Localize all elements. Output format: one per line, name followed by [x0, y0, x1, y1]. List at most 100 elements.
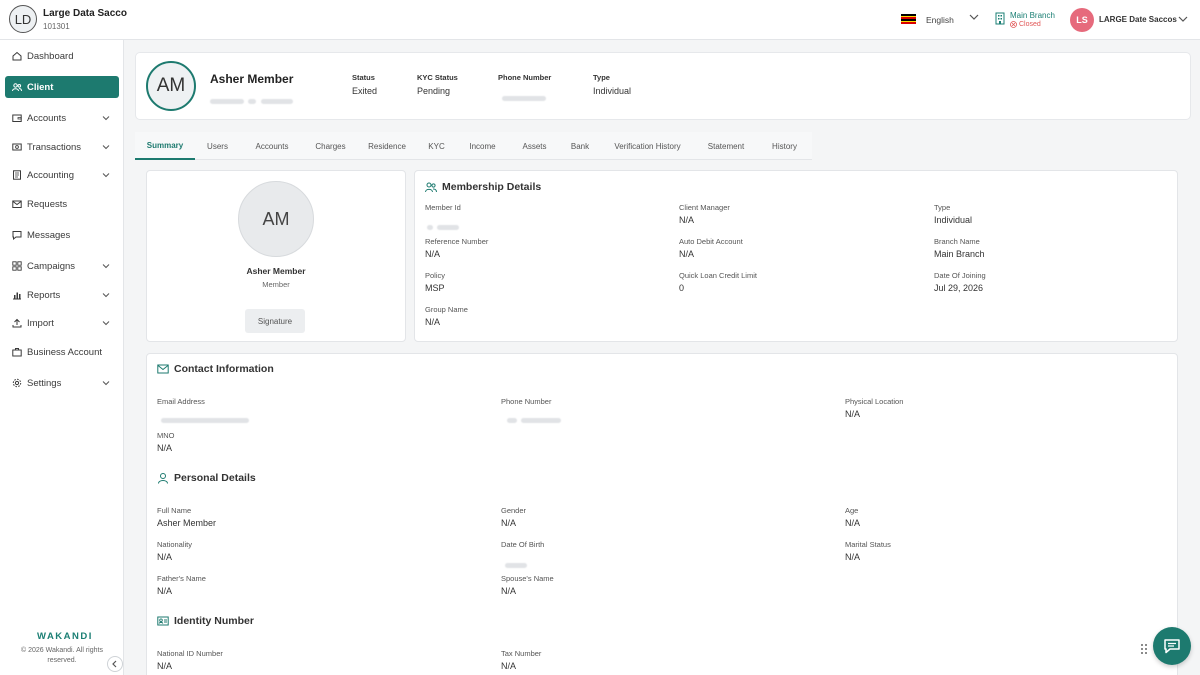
- sidebar-item-messages[interactable]: Messages: [5, 224, 119, 246]
- type-label: Type: [593, 73, 610, 82]
- contact-phone-redacted: [507, 410, 562, 428]
- member-id-redacted: [210, 91, 293, 109]
- sidebar: WAKANDI © 2026 Wakandi. All rights reser…: [0, 40, 124, 675]
- tab-accounts[interactable]: Accounts: [240, 132, 304, 160]
- client-name: Asher Member: [210, 72, 294, 86]
- brand-logo: WAKANDI: [37, 631, 93, 642]
- tab-residence[interactable]: Residence: [357, 132, 417, 160]
- branch-status: Closed: [1010, 21, 1041, 28]
- id-card-icon: [157, 616, 169, 626]
- reference-number-label: Reference Number: [425, 237, 489, 246]
- sidebar-item-settings[interactable]: Settings: [5, 372, 119, 394]
- auto-debit-label: Auto Debit Account: [679, 237, 743, 246]
- date-of-birth-redacted: [505, 555, 527, 573]
- user-name[interactable]: LARGE Date Saccos: [1099, 15, 1177, 24]
- age-label: Age: [845, 506, 859, 515]
- spouses-name-value: N/A: [501, 586, 517, 596]
- tab-users[interactable]: Users: [195, 132, 240, 160]
- identity-title-text: Identity Number: [174, 615, 254, 627]
- sidebar-item-requests[interactable]: Requests: [5, 193, 119, 215]
- chat-button[interactable]: [1153, 627, 1191, 665]
- profile-avatar: AM: [238, 181, 314, 257]
- marital-status-label: Marital Status: [845, 540, 891, 549]
- briefcase-icon: [12, 348, 22, 357]
- chevron-down-icon[interactable]: [968, 11, 980, 23]
- chevron-down-icon: [102, 321, 110, 326]
- profile-card: AM Asher Member Member Signature: [146, 170, 406, 342]
- sidebar-item-accounting[interactable]: Accounting: [5, 164, 119, 186]
- org-name: Large Data Sacco: [43, 8, 127, 19]
- fathers-name-label: Father's Name: [157, 574, 206, 583]
- sidebar-item-label: Accounts: [27, 112, 67, 124]
- profile-name: Asher Member: [246, 266, 306, 276]
- chat-icon: [12, 231, 22, 240]
- details-card: Contact Information Email Address Phone …: [146, 353, 1178, 675]
- sidebar-item-reports[interactable]: Reports: [5, 284, 119, 306]
- sidebar-item-label: Settings: [27, 377, 62, 389]
- tab-summary[interactable]: Summary: [135, 132, 195, 160]
- full-name-label: Full Name: [157, 506, 192, 515]
- sidebar-item-label: Client: [27, 81, 54, 93]
- mail-icon: [157, 364, 169, 374]
- sidebar-item-dashboard[interactable]: Dashboard: [5, 45, 119, 67]
- tab-kyc[interactable]: KYC: [417, 132, 456, 160]
- sidebar-item-label: Import: [27, 317, 54, 329]
- spouses-name-label: Spouse's Name: [501, 574, 554, 583]
- client-manager-value: N/A: [679, 215, 695, 225]
- group-name-value: N/A: [425, 317, 441, 327]
- sidebar-item-transactions[interactable]: Transactions: [5, 136, 119, 158]
- drag-handle-icon[interactable]: [1140, 643, 1148, 655]
- closed-icon: [1010, 21, 1017, 28]
- chat-icon: [1164, 639, 1180, 654]
- tab-assets[interactable]: Assets: [509, 132, 560, 160]
- mail-icon: [12, 200, 22, 208]
- client-header: AM Asher Member Status Exited KYC Status…: [135, 52, 1191, 120]
- quick-loan-value: 0: [679, 283, 685, 293]
- signature-button[interactable]: Signature: [245, 309, 305, 333]
- fathers-name-value: N/A: [157, 586, 173, 596]
- chevron-down-icon: [102, 145, 110, 150]
- sidebar-item-label: Accounting: [27, 169, 75, 181]
- sidebar-item-label: Reports: [27, 289, 61, 301]
- tab-charges[interactable]: Charges: [304, 132, 357, 160]
- chevron-down-icon[interactable]: [1177, 13, 1189, 25]
- chevron-down-icon: [102, 293, 110, 298]
- top-bar: LD Large Data Sacco 101301 English Main …: [0, 0, 1200, 40]
- date-of-joining-value: Jul 29, 2026: [934, 283, 984, 293]
- sidebar-item-client[interactable]: Client: [5, 76, 119, 98]
- user-avatar[interactable]: LS: [1070, 8, 1094, 32]
- identity-title: Identity Number: [157, 615, 254, 627]
- client-tabs: Summary Users Accounts Charges Residence KYC I…: [135, 132, 812, 160]
- personal-title-text: Personal Details: [174, 472, 256, 484]
- tab-bank[interactable]: Bank: [560, 132, 600, 160]
- tab-statement[interactable]: Statement: [695, 132, 757, 160]
- tab-history[interactable]: History: [757, 132, 812, 160]
- auto-debit-value: N/A: [679, 249, 695, 259]
- sidebar-item-accounts[interactable]: Accounts: [5, 107, 119, 129]
- kyc-status-label: KYC Status: [417, 73, 458, 82]
- language-selector[interactable]: English: [926, 15, 954, 25]
- status-value: Exited: [352, 86, 378, 96]
- status-label: Status: [352, 73, 375, 82]
- gender-label: Gender: [501, 506, 527, 515]
- building-icon: [995, 12, 1005, 25]
- tab-verification-history[interactable]: Verification History: [600, 132, 695, 160]
- mno-value: N/A: [157, 443, 173, 453]
- date-of-birth-label: Date Of Birth: [501, 540, 545, 549]
- sidebar-item-import[interactable]: Import: [5, 312, 119, 334]
- users-icon: [12, 83, 22, 92]
- sidebar-item-label: Business Account: [27, 346, 102, 358]
- tab-income[interactable]: Income: [456, 132, 509, 160]
- national-id-value: N/A: [157, 661, 173, 671]
- nationality-value: N/A: [157, 552, 173, 562]
- marital-status-value: N/A: [845, 552, 861, 562]
- member-id-redacted: [427, 217, 460, 235]
- date-of-joining-label: Date Of Joining: [934, 271, 986, 280]
- contact-phone-label: Phone Number: [501, 397, 552, 406]
- gear-icon: [12, 378, 22, 388]
- sidebar-item-business-account[interactable]: Business Account: [5, 341, 119, 363]
- sidebar-item-campaigns[interactable]: Campaigns: [5, 255, 119, 277]
- email-label: Email Address: [157, 397, 205, 406]
- org-avatar[interactable]: LD: [9, 5, 37, 33]
- branch-selector[interactable]: Main Branch: [1010, 11, 1055, 20]
